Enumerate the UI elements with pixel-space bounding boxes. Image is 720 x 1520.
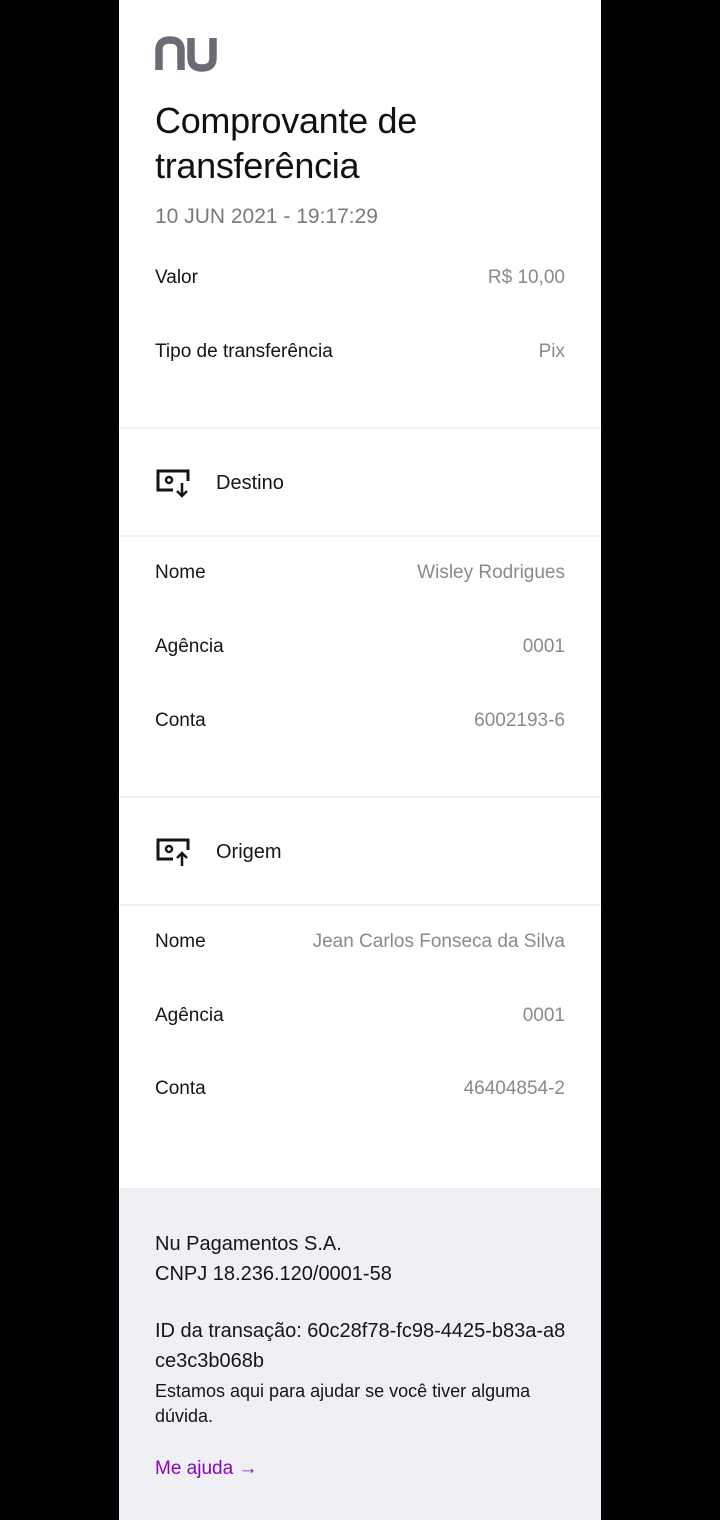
transfer-type-label: Tipo de transferência (155, 341, 333, 362)
transfer-receipt: Comprovante de transferência 10 JUN 2021… (119, 0, 601, 1520)
destination-account-value: 6002193-6 (474, 710, 565, 731)
amount-value: R$ 10,00 (487, 267, 565, 288)
origin-name-label: Nome (155, 931, 206, 952)
destination-title: Destino (216, 472, 284, 494)
account-receive-icon (155, 468, 191, 500)
receipt-footer: Nu Pagamentos S.A. CNPJ 18.236.120/0001-… (119, 1188, 601, 1520)
divider (119, 796, 601, 798)
destination-name-value: Wisley Rodrigues (417, 562, 565, 583)
nubank-logo (155, 36, 219, 77)
destination-agency-row: Agência 0001 (155, 636, 565, 666)
origin-agency-row: Agência 0001 (155, 1005, 565, 1035)
transaction-id: ID da transação: 60c28f78-fc98-4425-b83a… (155, 1320, 566, 1372)
transfer-type-value: Pix (538, 341, 565, 362)
origin-agency-label: Agência (155, 1005, 224, 1026)
amount-row: Valor R$ 10,00 (155, 267, 565, 297)
divider (119, 535, 601, 537)
origin-name-row: Nome Jean Carlos Fonseca da Silva (155, 931, 565, 961)
destination-agency-label: Agência (155, 636, 224, 657)
destination-account-label: Conta (155, 710, 206, 731)
destination-account-row: Conta 6002193-6 (155, 710, 565, 740)
amount-label: Valor (155, 267, 198, 288)
destination-name-label: Nome (155, 562, 206, 583)
arrow-right-icon: → (238, 1458, 258, 1479)
company-name: Nu Pagamentos S.A. (155, 1233, 342, 1255)
destination-agency-value: 0001 (522, 636, 565, 657)
help-text: Estamos aqui para ajudar se você tiver a… (155, 1381, 531, 1426)
page-title: Comprovante de transferência (155, 100, 417, 186)
divider (119, 427, 601, 429)
destination-name-row: Nome Wisley Rodrigues (155, 562, 565, 592)
origin-name-value: Jean Carlos Fonseca da Silva (312, 931, 565, 952)
account-send-icon (155, 837, 191, 869)
transfer-type-row: Tipo de transferência Pix (155, 341, 565, 371)
origin-account-row: Conta 46404854-2 (155, 1078, 565, 1108)
company-cnpj: CNPJ 18.236.120/0001-58 (155, 1263, 392, 1285)
help-link[interactable]: Me ajuda → (155, 1458, 257, 1480)
origin-account-label: Conta (155, 1078, 206, 1099)
origin-account-value: 46404854-2 (463, 1078, 565, 1099)
help-link-label: Me ajuda (155, 1458, 234, 1479)
origin-title: Origem (216, 841, 282, 863)
divider (119, 904, 601, 906)
origin-agency-value: 0001 (522, 1005, 565, 1026)
transfer-datetime: 10 JUN 2021 - 19:17:29 (155, 205, 378, 228)
